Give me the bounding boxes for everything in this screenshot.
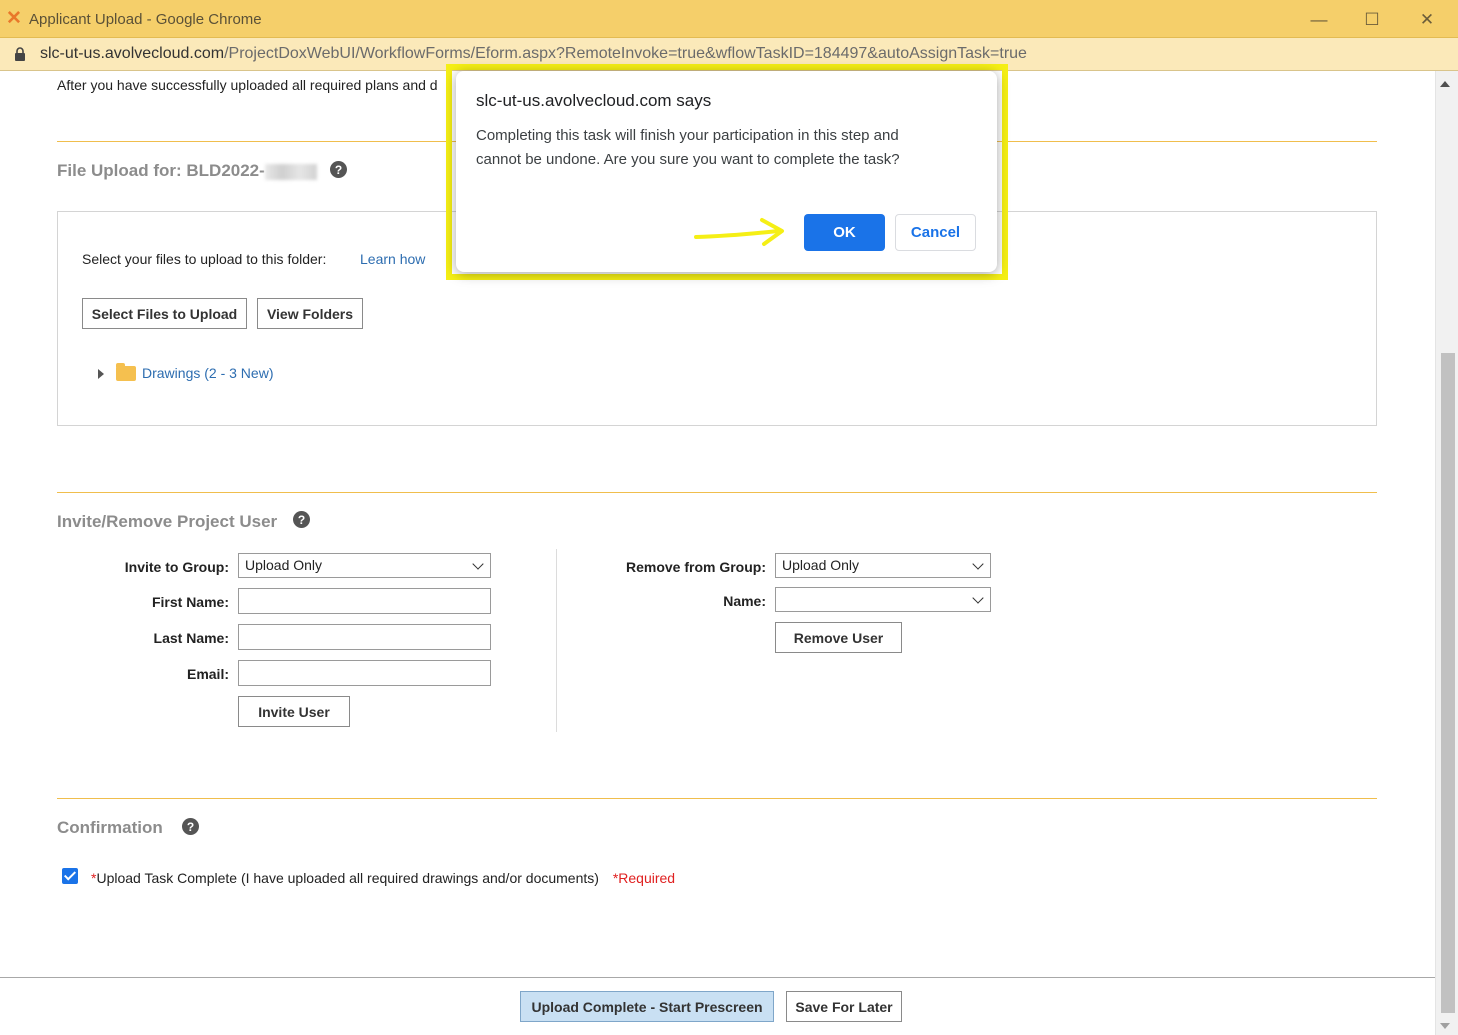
dialog-origin: slc-ut-us.avolvecloud.com says <box>476 91 712 110</box>
redacted-project-number <box>264 163 317 180</box>
ok-button[interactable]: OK <box>804 214 885 251</box>
remove-name-select[interactable] <box>775 587 991 612</box>
remove-group-value: Upload Only <box>782 557 860 573</box>
invite-section-title: Invite/Remove Project User <box>57 512 278 531</box>
minimize-icon[interactable]: — <box>1296 6 1342 34</box>
url-text[interactable]: slc-ut-us.avolvecloud.com/ProjectDoxWebU… <box>40 45 1027 63</box>
required-note: *Required <box>612 870 676 886</box>
email-input[interactable] <box>238 660 491 686</box>
upload-complete-button[interactable]: Upload Complete - Start Prescreen <box>520 991 774 1022</box>
column-divider <box>556 549 557 732</box>
learn-how-link[interactable]: Learn how <box>360 251 425 267</box>
file-upload-title: File Upload for: BLD2022- <box>57 161 317 181</box>
help-icon[interactable]: ? <box>182 818 199 835</box>
chevron-down-icon <box>972 558 984 570</box>
url-path: /ProjectDoxWebUI/WorkflowForms/Eform.asp… <box>224 45 1027 62</box>
select-files-button[interactable]: Select Files to Upload <box>82 298 247 329</box>
section-divider <box>57 798 1377 799</box>
upload-complete-checkbox[interactable] <box>62 868 78 884</box>
remove-group-label: Remove from Group: <box>625 559 766 575</box>
help-icon[interactable]: ? <box>293 511 310 528</box>
file-upload-title-text: File Upload for: BLD2022- <box>57 161 265 180</box>
lock-icon <box>15 47 25 61</box>
invite-group-label: Invite to Group: <box>124 559 229 575</box>
confirmation-text: Upload Task Complete (I have uploaded al… <box>96 870 599 886</box>
vertical-scrollbar[interactable] <box>1435 71 1458 1035</box>
help-icon[interactable]: ? <box>330 161 347 178</box>
window-title: Applicant Upload - Google Chrome <box>29 11 262 28</box>
view-folders-button[interactable]: View Folders <box>257 298 363 329</box>
confirmation-label[interactable]: *Upload Task Complete (I have uploaded a… <box>91 870 675 886</box>
chevron-down-icon <box>972 592 984 604</box>
scroll-down-icon[interactable] <box>1440 1023 1450 1029</box>
folder-icon <box>116 363 136 381</box>
invite-user-button[interactable]: Invite User <box>238 696 350 727</box>
window-titlebar: ✕ Applicant Upload - Google Chrome — ☐ ✕ <box>0 0 1458 38</box>
last-name-label: Last Name: <box>153 630 229 646</box>
last-name-input[interactable] <box>238 624 491 650</box>
chevron-down-icon <box>472 558 484 570</box>
remove-group-select[interactable]: Upload Only <box>775 553 991 578</box>
invite-group-select[interactable]: Upload Only <box>238 553 491 578</box>
close-icon[interactable]: ✕ <box>1404 6 1450 34</box>
first-name-input[interactable] <box>238 588 491 614</box>
email-label: Email: <box>186 666 229 682</box>
remove-user-button[interactable]: Remove User <box>775 622 902 653</box>
save-for-later-button[interactable]: Save For Later <box>786 991 902 1022</box>
scrollbar-thumb[interactable] <box>1441 353 1455 1013</box>
select-files-label: Select your files to upload to this fold… <box>82 251 327 267</box>
first-name-label: First Name: <box>151 594 229 610</box>
folder-label[interactable]: Drawings (2 - 3 New) <box>142 365 273 381</box>
section-divider <box>57 492 1377 493</box>
url-host: slc-ut-us.avolvecloud.com <box>40 45 225 62</box>
footer-divider <box>0 977 1435 978</box>
app-x-icon: ✕ <box>6 8 22 29</box>
invite-group-value: Upload Only <box>245 557 323 573</box>
arrow-right-annotation-icon <box>694 218 784 246</box>
intro-text: After you have successfully uploaded all… <box>57 77 438 93</box>
expand-caret-icon[interactable] <box>98 369 104 379</box>
remove-name-label: Name: <box>723 593 766 609</box>
maximize-icon[interactable]: ☐ <box>1349 6 1395 34</box>
cancel-button[interactable]: Cancel <box>895 214 976 251</box>
dialog-message: Completing this task will finish your pa… <box>476 127 900 168</box>
scroll-up-icon[interactable] <box>1440 81 1450 87</box>
confirmation-title: Confirmation <box>57 818 163 837</box>
